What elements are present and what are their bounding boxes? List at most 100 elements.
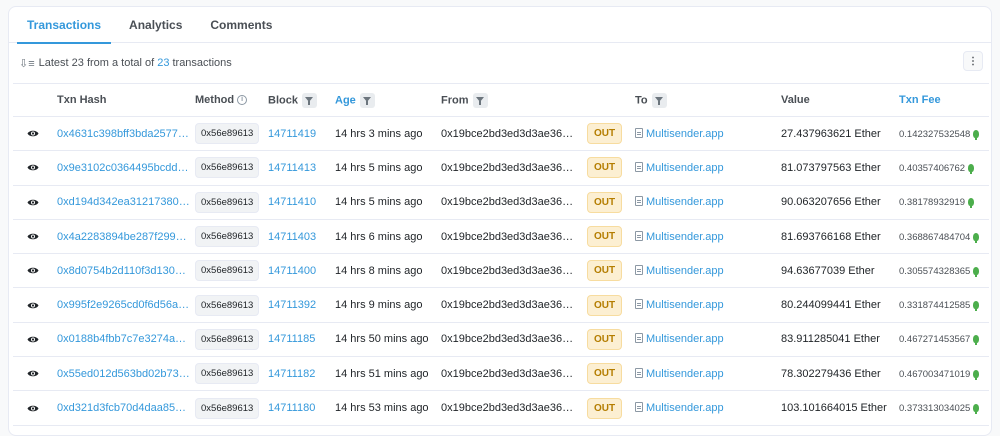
table-row: 0x4631c398bff3bda2577… 0x56e89613 147114… [13, 117, 989, 151]
header-txn-fee[interactable]: Txn Fee [899, 84, 989, 117]
eye-icon [27, 302, 39, 308]
from-address[interactable]: 0x19bce2bd3ed3d3ae36… [441, 265, 573, 277]
txn-hash-link[interactable]: 0x8d0754b2d110f3d130… [57, 265, 186, 277]
block-link[interactable]: 14711392 [268, 299, 316, 311]
table-row: 0xd194d342ea31217380… 0x56e89613 1471141… [13, 185, 989, 220]
contract-icon [635, 299, 643, 310]
to-address-link[interactable]: Multisender.app [646, 196, 724, 208]
total-count-link[interactable]: 23 [157, 57, 169, 69]
tab-transactions[interactable]: Transactions [13, 7, 115, 44]
block-link[interactable]: 14711185 [268, 333, 315, 345]
method-badge: 0x56e89613 [195, 328, 260, 350]
header-method: Method i [195, 84, 268, 117]
to-address-link[interactable]: Multisender.app [646, 265, 724, 277]
table-row: 0x0188b4fbb7c7e3274a… 0x56e89613 1471118… [13, 322, 989, 357]
from-address[interactable]: 0x19bce2bd3ed3d3ae36… [441, 231, 573, 243]
to-address-link[interactable]: Multisender.app [646, 231, 724, 243]
from-address[interactable]: 0x19bce2bd3ed3d3ae36… [441, 128, 573, 140]
gas-icon[interactable] [973, 369, 980, 380]
value-text: 94.63677039 Ether [781, 264, 875, 277]
to-address-link[interactable]: Multisender.app [646, 402, 724, 414]
value-text: 78.302279436 Ether [781, 367, 881, 380]
view-details-button[interactable] [23, 398, 43, 418]
summary-suffix: transactions [172, 57, 232, 69]
gas-icon[interactable] [973, 404, 980, 415]
txn-hash-link[interactable]: 0x4631c398bff3bda2577… [57, 128, 189, 140]
txn-hash-link[interactable]: 0x4a2283894be287f299… [57, 231, 187, 243]
from-address[interactable]: 0x19bce2bd3ed3d3ae36… [441, 368, 573, 380]
tab-bar: Transactions Analytics Comments [9, 7, 991, 44]
age-cell: 14 hrs 3 mins ago [335, 117, 441, 151]
txn-hash-link[interactable]: 0x55ed012d563bd02b73… [57, 368, 190, 380]
block-link[interactable]: 14711419 [268, 128, 316, 140]
txn-hash-link[interactable]: 0xd321d3fcb70d4daa85… [57, 402, 186, 414]
fee-text: 0.331874412585 [899, 300, 971, 312]
fee-text: 0.467003471019 [899, 368, 971, 380]
to-address-link[interactable]: Multisender.app [646, 333, 724, 345]
gas-icon[interactable] [973, 301, 980, 312]
contract-icon [635, 264, 643, 275]
age-cell: 14 hrs 5 mins ago [335, 151, 441, 185]
from-address[interactable]: 0x19bce2bd3ed3d3ae36… [441, 333, 573, 345]
out-badge: OUT [587, 226, 623, 248]
more-options-button[interactable]: ⋮ [963, 51, 983, 71]
view-details-button[interactable] [23, 192, 43, 212]
from-address[interactable]: 0x19bce2bd3ed3d3ae36… [441, 402, 573, 414]
to-cell: Multisender.app [635, 185, 781, 219]
to-address-link[interactable]: Multisender.app [646, 162, 724, 174]
contract-icon [635, 230, 643, 241]
block-link[interactable]: 14711400 [268, 265, 316, 277]
info-icon[interactable]: i [237, 95, 248, 106]
view-details-button[interactable] [23, 329, 43, 349]
header-txn-hash: Txn Hash [57, 94, 107, 106]
gas-icon[interactable] [968, 163, 975, 174]
txn-hash-link[interactable]: 0x995f2e9265cd0f6d56a… [57, 299, 189, 311]
txn-hash-link[interactable]: 0x0188b4fbb7c7e3274a… [57, 333, 186, 345]
txn-hash-cell: 0xd194d342ea31217380… [57, 185, 195, 219]
to-address-link[interactable]: Multisender.app [646, 128, 724, 140]
age-text: 14 hrs 50 mins ago [335, 333, 429, 346]
filter-icon[interactable] [359, 92, 375, 108]
view-details-button[interactable] [23, 261, 43, 281]
contract-icon [635, 402, 643, 413]
tab-analytics[interactable]: Analytics [115, 7, 196, 43]
from-address[interactable]: 0x19bce2bd3ed3d3ae36… [441, 299, 573, 311]
view-details-button[interactable] [23, 295, 43, 315]
value-cell: 90.063207656 Ether [781, 185, 899, 219]
block-link[interactable]: 14711410 [268, 196, 316, 208]
direction-cell: OUT [587, 254, 635, 288]
from-cell: 0x19bce2bd3ed3d3ae36… [441, 357, 587, 391]
to-address-link[interactable]: Multisender.app [646, 368, 724, 380]
block-link[interactable]: 14711413 [268, 162, 316, 174]
method-cell: 0x56e89613 [195, 219, 268, 253]
from-address[interactable]: 0x19bce2bd3ed3d3ae36… [441, 162, 573, 174]
eye-icon [27, 370, 39, 377]
txn-hash-link[interactable]: 0x9e3102c0364495bcdd… [57, 162, 189, 174]
view-details-button[interactable] [23, 124, 43, 144]
filter-icon[interactable] [472, 92, 488, 108]
view-details-button[interactable] [23, 227, 43, 247]
eye-icon [27, 405, 39, 411]
gas-icon[interactable] [973, 232, 980, 243]
from-address[interactable]: 0x19bce2bd3ed3d3ae36… [441, 196, 573, 208]
to-cell: Multisender.app [635, 322, 781, 356]
block-link[interactable]: 14711180 [268, 402, 315, 414]
filter-icon[interactable] [301, 92, 317, 108]
header-age[interactable]: Age [335, 84, 441, 117]
filter-icon[interactable] [651, 92, 667, 108]
age-text: 14 hrs 3 mins ago [335, 127, 423, 140]
block-link[interactable]: 14711403 [268, 231, 316, 243]
gas-icon[interactable] [973, 335, 980, 346]
age-text: 14 hrs 53 mins ago [335, 402, 429, 415]
txn-hash-link[interactable]: 0xd194d342ea31217380… [57, 196, 190, 208]
view-details-button[interactable] [23, 158, 43, 178]
gas-icon[interactable] [968, 198, 975, 209]
gas-icon[interactable] [973, 266, 980, 277]
view-details-button[interactable] [23, 364, 43, 384]
block-link[interactable]: 14711182 [268, 368, 315, 380]
gas-icon[interactable] [973, 129, 980, 140]
to-cell: Multisender.app [635, 117, 781, 151]
to-address-link[interactable]: Multisender.app [646, 299, 724, 311]
tab-comments[interactable]: Comments [196, 7, 286, 43]
block-cell: 14711419 [268, 117, 335, 151]
